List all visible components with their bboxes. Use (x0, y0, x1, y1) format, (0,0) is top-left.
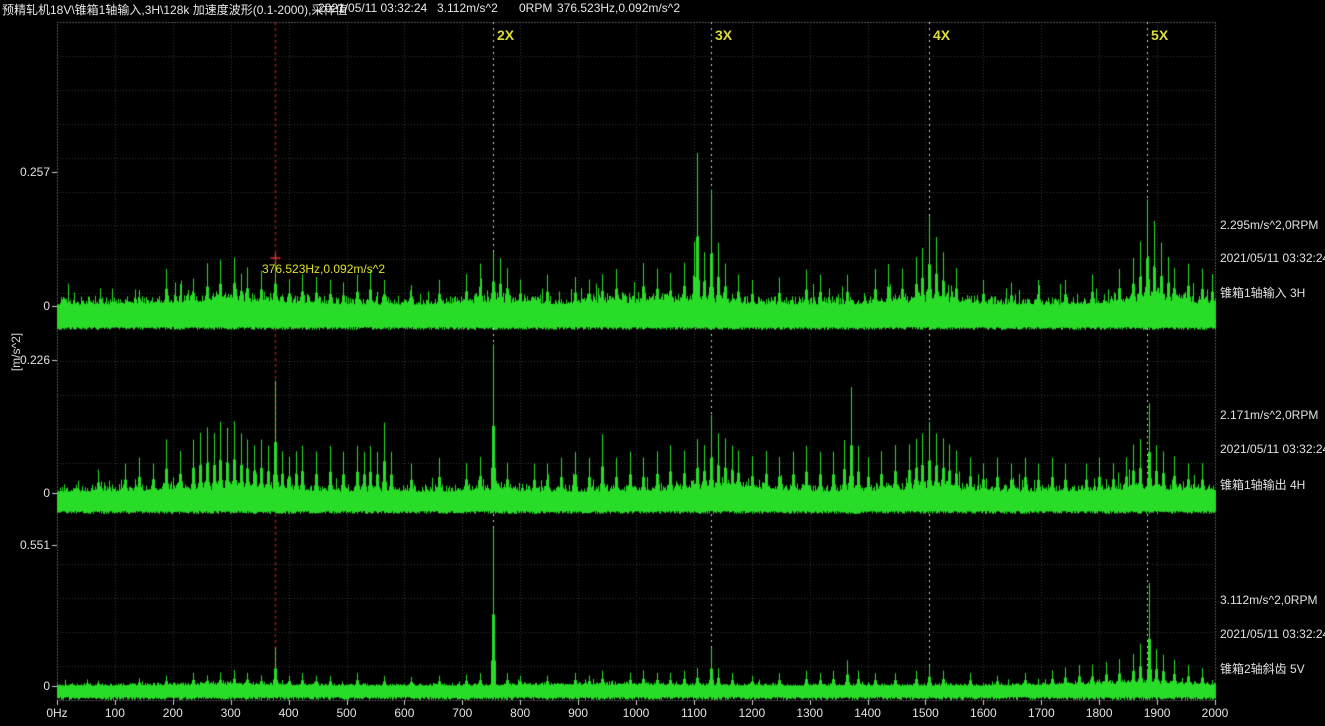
x-tick-label: 900 (556, 706, 600, 720)
x-tick-label: 1100 (672, 706, 716, 720)
y-tick-label: 0.226 (4, 353, 50, 367)
panel-3-info-line: 2021/05/11 03:32:24 (1220, 627, 1325, 641)
harmonic-label-3x: 3X (715, 27, 732, 43)
spectrum-canvas[interactable] (0, 0, 1325, 726)
panel-1-info-line: 2.295m/s^2,0RPM (1220, 218, 1318, 232)
x-tick-label: 300 (209, 706, 253, 720)
x-tick-label: 400 (267, 706, 311, 720)
x-tick-label: 2000 (1193, 706, 1237, 720)
x-tick-label: 1200 (730, 706, 774, 720)
panel-2-info-line: 2.171m/s^2,0RPM (1220, 408, 1318, 422)
x-tick-label: 700 (440, 706, 484, 720)
cursor-annotation[interactable]: 376.523Hz,0.092m/s^2 (262, 262, 385, 276)
harmonic-label-2x: 2X (497, 27, 514, 43)
harmonic-label-4x: 4X (933, 27, 950, 43)
panel-3-info-line: 锥箱2轴斜齿 5V (1220, 660, 1305, 677)
panel-3-info-line: 3.112m/s^2,0RPM (1220, 593, 1317, 607)
x-tick-label: 1600 (961, 706, 1005, 720)
x-tick-label: 1800 (1077, 706, 1121, 720)
x-tick-label: 500 (325, 706, 369, 720)
header-title: 预精轧机18V\锥箱1轴输入,3H\128k 加速度波形(0.1-2000),采… (2, 1, 347, 15)
x-tick-label: 0Hz (35, 706, 79, 720)
panel-1-info-line: 2021/05/11 03:32:24 (1220, 251, 1325, 265)
x-tick-label: 200 (151, 706, 195, 720)
x-tick-label: 1400 (846, 706, 890, 720)
x-tick-label: 1300 (788, 706, 832, 720)
panel-2-info-line: 锥箱1轴输出 4H (1220, 476, 1305, 493)
x-tick-label: 1500 (904, 706, 948, 720)
spectrum-analyzer-window: 预精轧机18V\锥箱1轴输入,3H\128k 加速度波形(0.1-2000),采… (0, 0, 1325, 726)
x-tick-label: 1000 (614, 706, 658, 720)
x-tick-label: 100 (93, 706, 137, 720)
x-tick-label: 600 (382, 706, 426, 720)
y-tick-label: 0.257 (4, 165, 50, 179)
y-tick-label: 0 (4, 299, 50, 313)
header-overall-value: 3.112m/s^2 (437, 1, 498, 15)
y-tick-label: 0 (4, 486, 50, 500)
y-tick-label: 0.551 (4, 538, 50, 552)
x-tick-label: 1700 (1019, 706, 1063, 720)
harmonic-label-5x: 5X (1151, 27, 1168, 43)
header-datetime: 2021/05/11 03:32:24 (318, 1, 427, 15)
panel-1-info-line: 锥箱1轴输入 3H (1220, 284, 1305, 301)
y-axis-unit-label: [m/s^2] (9, 322, 23, 382)
header-rpm-value: 0RPM (519, 1, 552, 15)
x-tick-label: 800 (498, 706, 542, 720)
x-tick-label: 1900 (1135, 706, 1179, 720)
header-cursor-readout: 376.523Hz,0.092m/s^2 (557, 1, 680, 15)
y-tick-label: 0 (4, 679, 50, 693)
panel-2-info-line: 2021/05/11 03:32:24 (1220, 442, 1325, 456)
